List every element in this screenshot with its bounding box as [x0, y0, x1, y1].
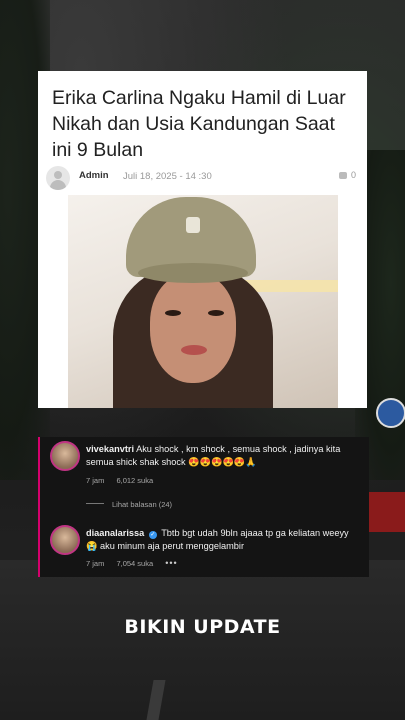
comment-username[interactable]: diaanalarissa	[86, 528, 144, 538]
comment-time: 7 jam	[86, 559, 105, 568]
comment-actions: 7 jam 6,012 suka	[86, 476, 163, 485]
comment-actions: 7 jam 7,054 suka •••	[86, 558, 188, 568]
road-sign	[376, 398, 405, 428]
comment-username[interactable]: vivekanvtri	[86, 444, 134, 454]
comment-time: 7 jam	[86, 476, 105, 485]
view-replies-button[interactable]: Lihat balasan (24)	[86, 500, 172, 509]
comment-likes[interactable]: 6,012 suka	[116, 476, 153, 485]
comment-body: vivekanvtri Aku shock , km shock , semua…	[86, 443, 362, 469]
view-replies-label: Lihat balasan (24)	[112, 500, 173, 509]
author-avatar-icon	[46, 166, 70, 190]
comment-item: diaanalarissa ✓ Tbtb bgt udah 9bln ajaaa…	[50, 521, 362, 577]
article-meta: Admin Juli 18, 2025 - 14 :30 0	[46, 166, 356, 192]
background-road	[0, 560, 405, 720]
avatar[interactable]	[50, 441, 80, 471]
road-barrier	[368, 492, 405, 532]
comment-likes[interactable]: 7,054 suka	[116, 559, 153, 568]
video-caption: BIKIN UPDATE	[124, 616, 281, 638]
verified-badge-icon: ✓	[148, 531, 157, 539]
article-comment-count[interactable]: 0	[338, 170, 356, 180]
more-options-icon[interactable]: •••	[165, 558, 177, 568]
avatar[interactable]	[50, 525, 80, 555]
comment-bubble-icon	[338, 172, 347, 179]
comment-body: diaanalarissa ✓ Tbtb bgt udah 9bln ajaaa…	[86, 527, 362, 553]
comment-count-value: 0	[350, 170, 356, 180]
article-photo[interactable]	[68, 195, 338, 408]
instagram-comment-panel: vivekanvtri Aku shock , km shock , semua…	[38, 437, 369, 577]
news-article-card[interactable]: Erika Carlina Ngaku Hamil di Luar Nikah …	[38, 71, 367, 408]
article-title: Erika Carlina Ngaku Hamil di Luar Nikah …	[52, 87, 346, 161]
article-date: Juli 18, 2025 - 14 :30	[123, 171, 212, 182]
article-author[interactable]: Admin	[79, 170, 109, 181]
comment-item: vivekanvtri Aku shock , km shock , semua…	[50, 437, 362, 507]
cap-logo	[186, 217, 200, 233]
